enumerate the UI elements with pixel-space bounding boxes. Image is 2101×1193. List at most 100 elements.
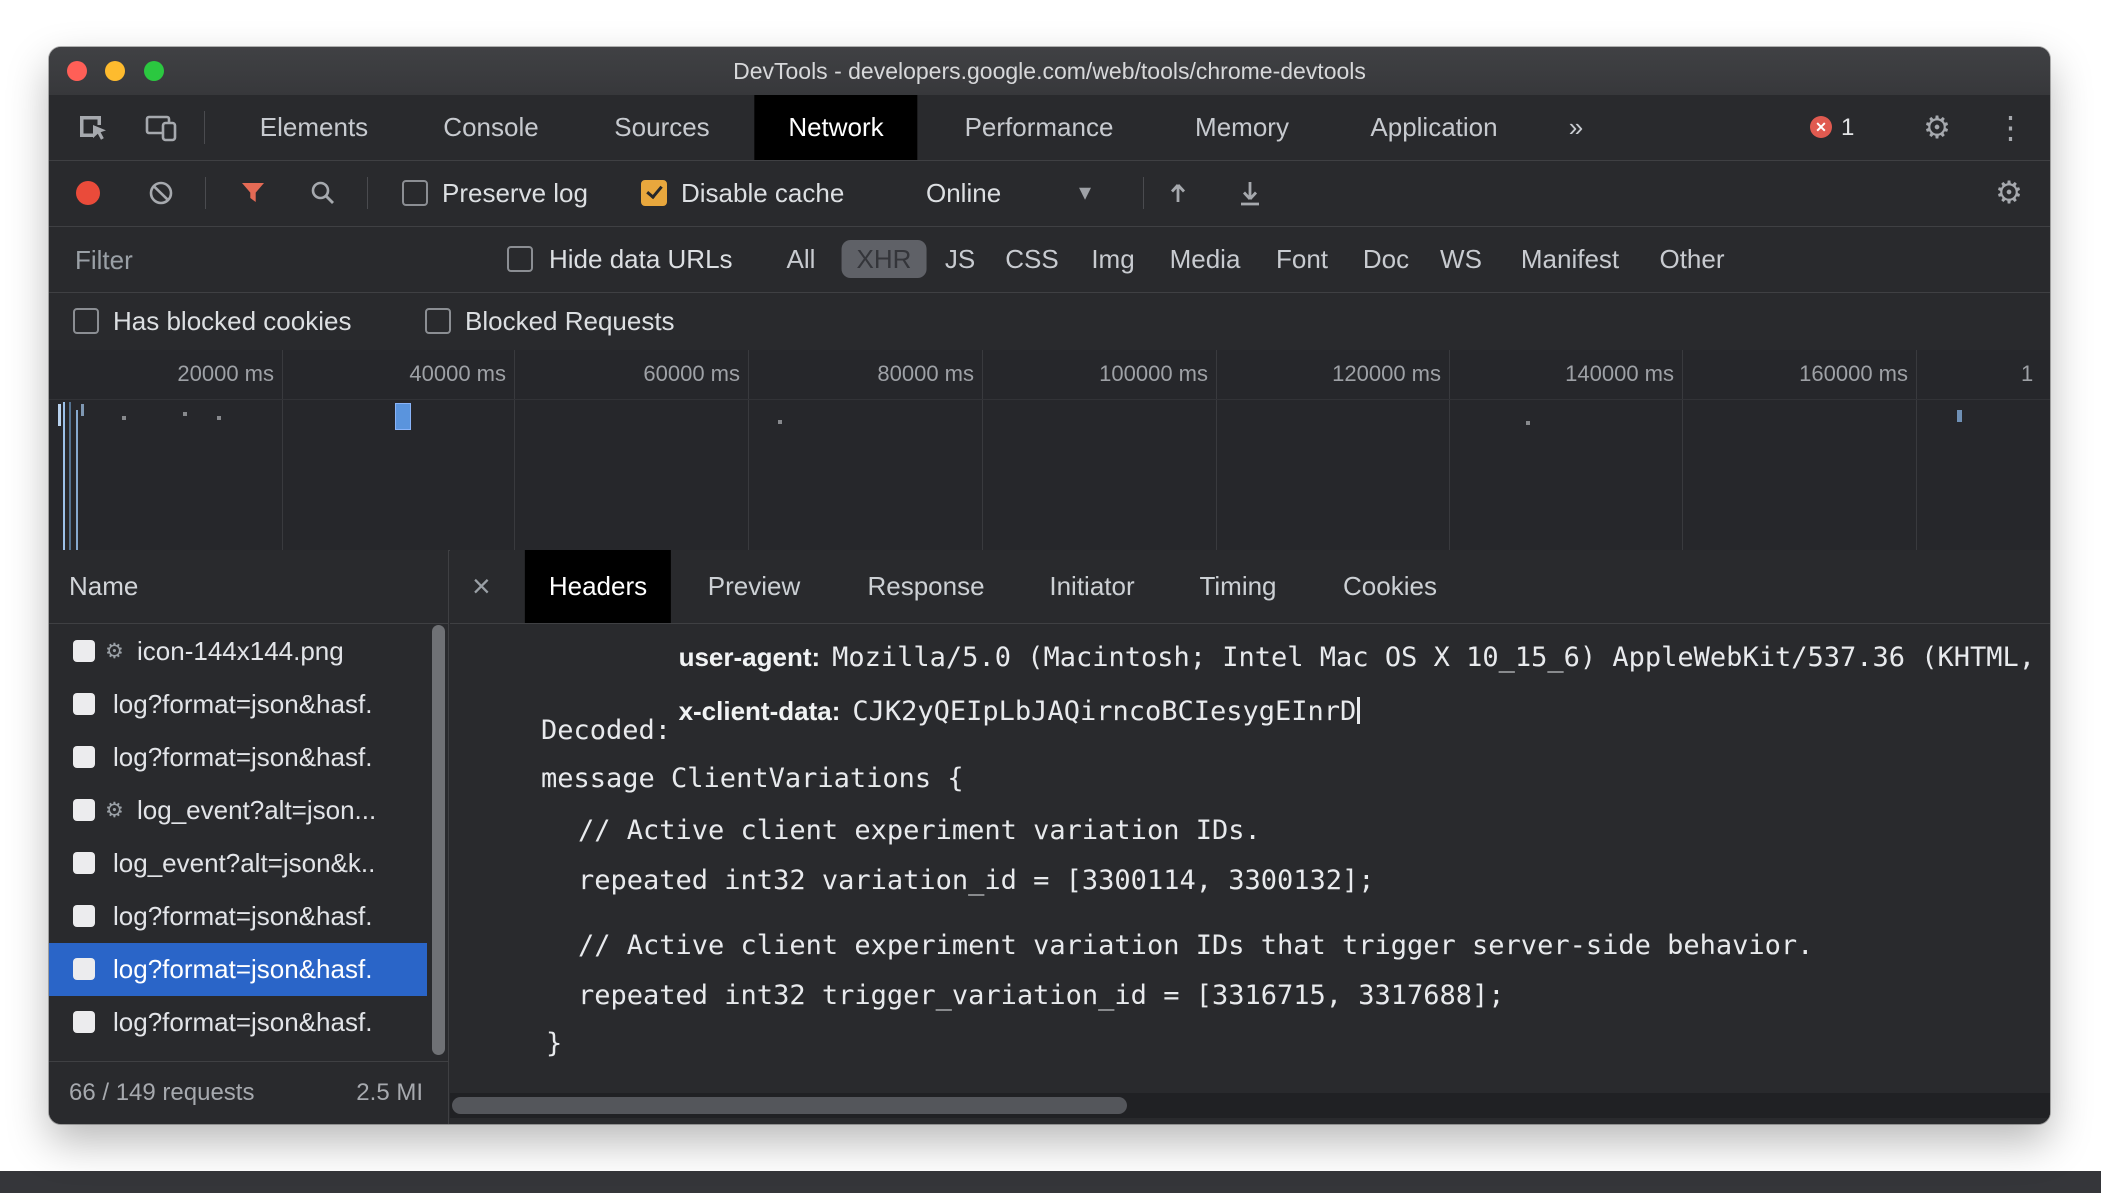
timeline-activity-dot (1526, 421, 1530, 425)
desktop: DevTools - developers.google.com/web/too… (0, 0, 2101, 1193)
disable-cache-checkbox[interactable] (641, 180, 667, 206)
filter-input[interactable] (73, 238, 377, 282)
filter-pill-all[interactable]: All (787, 226, 816, 292)
hide-data-urls-checkbox[interactable] (507, 246, 533, 272)
export-har-icon[interactable] (1235, 178, 1265, 208)
throttling-dropdown[interactable]: Online (926, 160, 1001, 226)
tab-initiator[interactable]: Initiator (1049, 550, 1134, 623)
overflow-menu-icon[interactable]: ⋮ (1995, 95, 2026, 160)
filter-pill-xhr[interactable]: XHR (841, 240, 927, 278)
close-icon[interactable]: × (472, 550, 491, 623)
device-toolbar-icon[interactable] (143, 111, 179, 145)
has-blocked-cookies-checkbox[interactable] (73, 308, 99, 334)
tab-console[interactable]: Console (443, 95, 538, 160)
tab-preview[interactable]: Preview (708, 550, 800, 623)
request-row[interactable]: log?format=json&hasf. (49, 996, 449, 1049)
filter-pill-font[interactable]: Font (1276, 226, 1328, 292)
tab-cookies[interactable]: Cookies (1343, 550, 1437, 623)
hide-data-urls-label[interactable]: Hide data URLs (549, 226, 733, 292)
tab-network[interactable]: Network (754, 95, 918, 160)
request-checkbox[interactable] (73, 799, 95, 821)
request-checkbox[interactable] (73, 905, 95, 927)
name-column-header[interactable]: Name (49, 550, 448, 624)
tab-response[interactable]: Response (867, 550, 984, 623)
timeline-selected-request-marker (395, 403, 411, 430)
request-row[interactable]: ⚙ log_event?alt=json... (49, 784, 449, 837)
request-checkbox[interactable] (73, 1011, 95, 1033)
clear-network-log-icon[interactable] (147, 179, 175, 207)
error-badge-icon[interactable]: ✕ (1810, 116, 1832, 138)
request-name: log_event?alt=json&k.. (113, 848, 376, 878)
disable-cache-label[interactable]: Disable cache (681, 160, 844, 226)
filter-pill-img[interactable]: Img (1091, 226, 1134, 292)
headers-content: user-agent: Mozilla/5.0 (Macintosh; Intel… (450, 624, 2050, 1093)
gear-icon: ⚙ (105, 799, 124, 822)
request-name: log_event?alt=json... (137, 795, 377, 825)
tab-performance[interactable]: Performance (965, 95, 1114, 160)
timeline-tick: 20000 ms (177, 361, 274, 386)
tab-headers[interactable]: Headers (524, 550, 672, 623)
timeline-activity-bar (1957, 410, 1962, 422)
request-checkbox[interactable] (73, 958, 95, 980)
tab-sources[interactable]: Sources (614, 95, 709, 160)
more-tabs-chevron[interactable]: » (1569, 95, 1583, 160)
request-checkbox[interactable] (73, 746, 95, 768)
has-blocked-cookies-label[interactable]: Has blocked cookies (113, 292, 351, 350)
filter-pill-css[interactable]: CSS (1005, 226, 1058, 292)
divider (1143, 177, 1144, 209)
record-network-log-button[interactable] (76, 181, 100, 205)
filter-funnel-icon[interactable] (239, 179, 267, 207)
timeline-activity-bar (63, 402, 65, 550)
network-overview-timeline[interactable]: 20000 ms 40000 ms 60000 ms 80000 ms 1000… (49, 350, 2050, 551)
timeline-activity-bar (81, 404, 84, 416)
vertical-scrollbar[interactable] (432, 625, 445, 1055)
filter-pill-other[interactable]: Other (1659, 226, 1724, 292)
timeline-activity-dot (122, 416, 126, 420)
network-settings-gear-icon[interactable]: ⚙ (1987, 160, 2031, 226)
preserve-log-label[interactable]: Preserve log (442, 160, 588, 226)
settings-gear-icon[interactable]: ⚙ (1917, 95, 1957, 160)
decoded-line: } (546, 1028, 563, 1059)
request-row[interactable]: log?format=json&hasf. (49, 731, 449, 784)
timeline-gridline (1916, 350, 1917, 550)
request-checkbox[interactable] (73, 852, 95, 874)
request-row[interactable]: log_event?alt=json&k.. (49, 837, 449, 890)
horizontal-scrollbar-thumb[interactable] (452, 1097, 1127, 1114)
request-checkbox[interactable] (73, 640, 95, 662)
decoded-line: message ClientVariations { (541, 763, 964, 794)
divider (205, 177, 206, 209)
filter-pill-ws[interactable]: WS (1440, 226, 1482, 292)
error-count[interactable]: 1 (1841, 95, 1854, 160)
chevron-down-icon[interactable]: ▾ (1079, 160, 1091, 226)
blocked-requests-label[interactable]: Blocked Requests (465, 292, 675, 350)
timeline-activity-dot (778, 420, 782, 424)
filter-pill-manifest[interactable]: Manifest (1521, 226, 1619, 292)
tab-elements[interactable]: Elements (260, 95, 368, 160)
request-row[interactable]: ⚙ icon-144x144.png (49, 625, 449, 678)
request-row-selected[interactable]: log?format=json&hasf. (49, 943, 427, 996)
inspect-element-icon[interactable] (75, 111, 109, 145)
request-row[interactable]: log?format=json&hasf. (49, 678, 449, 731)
window-titlebar[interactable]: DevTools - developers.google.com/web/too… (49, 47, 2050, 96)
filter-pill-doc[interactable]: Doc (1363, 226, 1409, 292)
horizontal-scrollbar-track[interactable] (450, 1093, 2050, 1118)
timeline-gridline (514, 350, 515, 550)
search-icon[interactable] (309, 179, 337, 207)
request-name: icon-144x144.png (137, 636, 344, 666)
tab-memory[interactable]: Memory (1195, 95, 1289, 160)
preserve-log-checkbox[interactable] (402, 180, 428, 206)
timeline-gridline (282, 350, 283, 550)
filter-pill-media[interactable]: Media (1170, 226, 1241, 292)
tab-application[interactable]: Application (1370, 95, 1497, 160)
blocked-requests-checkbox[interactable] (425, 308, 451, 334)
decoded-line: repeated int32 trigger_variation_id = [3… (578, 980, 1505, 1011)
tab-timing[interactable]: Timing (1199, 550, 1276, 623)
transfer-size-summary: 2.5 MI (356, 1079, 423, 1106)
divider (204, 111, 205, 144)
request-row[interactable]: log?format=json&hasf. (49, 890, 449, 943)
import-har-icon[interactable] (1163, 178, 1193, 208)
timeline-tick: 140000 ms (1565, 361, 1674, 386)
filter-pill-js[interactable]: JS (945, 226, 975, 292)
request-checkbox[interactable] (73, 693, 95, 715)
background-page-strip (0, 1171, 2101, 1193)
